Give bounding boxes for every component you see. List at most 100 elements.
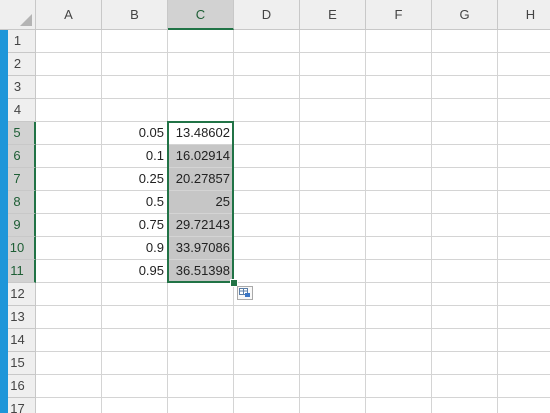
- cell-e5[interactable]: [300, 122, 366, 145]
- cell-a12[interactable]: [36, 283, 102, 306]
- cell-a11[interactable]: [36, 260, 102, 283]
- cell-a3[interactable]: [36, 76, 102, 99]
- column-header-d[interactable]: D: [234, 0, 300, 30]
- cell-c6[interactable]: 16.02914: [168, 145, 234, 168]
- cell-d15[interactable]: [234, 352, 300, 375]
- cell-c17[interactable]: [168, 398, 234, 413]
- cell-b15[interactable]: [102, 352, 168, 375]
- cell-f15[interactable]: [366, 352, 432, 375]
- column-header-a[interactable]: A: [36, 0, 102, 30]
- cell-f7[interactable]: [366, 168, 432, 191]
- cell-f13[interactable]: [366, 306, 432, 329]
- cell-b3[interactable]: [102, 76, 168, 99]
- cell-h16[interactable]: [498, 375, 550, 398]
- column-header-b[interactable]: B: [102, 0, 168, 30]
- cell-h9[interactable]: [498, 214, 550, 237]
- cell-h12[interactable]: [498, 283, 550, 306]
- cell-e7[interactable]: [300, 168, 366, 191]
- cell-b7[interactable]: 0.25: [102, 168, 168, 191]
- cell-f1[interactable]: [366, 30, 432, 53]
- cell-b10[interactable]: 0.9: [102, 237, 168, 260]
- cell-d14[interactable]: [234, 329, 300, 352]
- cell-e15[interactable]: [300, 352, 366, 375]
- column-header-f[interactable]: F: [366, 0, 432, 30]
- cell-b8[interactable]: 0.5: [102, 191, 168, 214]
- cell-e4[interactable]: [300, 99, 366, 122]
- cell-h2[interactable]: [498, 53, 550, 76]
- cell-h8[interactable]: [498, 191, 550, 214]
- cell-f2[interactable]: [366, 53, 432, 76]
- cell-g8[interactable]: [432, 191, 498, 214]
- cell-d4[interactable]: [234, 99, 300, 122]
- cell-c13[interactable]: [168, 306, 234, 329]
- cell-b16[interactable]: [102, 375, 168, 398]
- cell-g17[interactable]: [432, 398, 498, 413]
- cell-d10[interactable]: [234, 237, 300, 260]
- cell-a16[interactable]: [36, 375, 102, 398]
- cell-e14[interactable]: [300, 329, 366, 352]
- cell-a9[interactable]: [36, 214, 102, 237]
- cell-d2[interactable]: [234, 53, 300, 76]
- cell-a4[interactable]: [36, 99, 102, 122]
- cell-e6[interactable]: [300, 145, 366, 168]
- cell-d1[interactable]: [234, 30, 300, 53]
- cell-b12[interactable]: [102, 283, 168, 306]
- cell-h14[interactable]: [498, 329, 550, 352]
- cell-e12[interactable]: [300, 283, 366, 306]
- cell-b17[interactable]: [102, 398, 168, 413]
- cell-b6[interactable]: 0.1: [102, 145, 168, 168]
- cell-h6[interactable]: [498, 145, 550, 168]
- cell-c11[interactable]: 36.51398: [168, 260, 234, 283]
- cell-c2[interactable]: [168, 53, 234, 76]
- cell-d8[interactable]: [234, 191, 300, 214]
- cell-a5[interactable]: [36, 122, 102, 145]
- cell-c16[interactable]: [168, 375, 234, 398]
- cell-e10[interactable]: [300, 237, 366, 260]
- cell-f11[interactable]: [366, 260, 432, 283]
- cell-g9[interactable]: [432, 214, 498, 237]
- cell-a10[interactable]: [36, 237, 102, 260]
- cell-f12[interactable]: [366, 283, 432, 306]
- cell-d5[interactable]: [234, 122, 300, 145]
- cell-e9[interactable]: [300, 214, 366, 237]
- cell-f6[interactable]: [366, 145, 432, 168]
- cell-h10[interactable]: [498, 237, 550, 260]
- cell-a13[interactable]: [36, 306, 102, 329]
- cell-d16[interactable]: [234, 375, 300, 398]
- cell-b4[interactable]: [102, 99, 168, 122]
- cell-e2[interactable]: [300, 53, 366, 76]
- cell-e11[interactable]: [300, 260, 366, 283]
- cell-d3[interactable]: [234, 76, 300, 99]
- cell-h5[interactable]: [498, 122, 550, 145]
- cell-f8[interactable]: [366, 191, 432, 214]
- cell-d6[interactable]: [234, 145, 300, 168]
- cell-h11[interactable]: [498, 260, 550, 283]
- cell-b13[interactable]: [102, 306, 168, 329]
- cell-b1[interactable]: [102, 30, 168, 53]
- cell-h13[interactable]: [498, 306, 550, 329]
- cell-c7[interactable]: 20.27857: [168, 168, 234, 191]
- cell-d9[interactable]: [234, 214, 300, 237]
- cell-a15[interactable]: [36, 352, 102, 375]
- cell-f5[interactable]: [366, 122, 432, 145]
- cell-h17[interactable]: [498, 398, 550, 413]
- cell-e17[interactable]: [300, 398, 366, 413]
- cell-f16[interactable]: [366, 375, 432, 398]
- cell-f10[interactable]: [366, 237, 432, 260]
- cell-h1[interactable]: [498, 30, 550, 53]
- cell-f4[interactable]: [366, 99, 432, 122]
- cell-g1[interactable]: [432, 30, 498, 53]
- cell-e13[interactable]: [300, 306, 366, 329]
- cell-c1[interactable]: [168, 30, 234, 53]
- cell-a6[interactable]: [36, 145, 102, 168]
- column-header-h[interactable]: H: [498, 0, 550, 30]
- cell-g7[interactable]: [432, 168, 498, 191]
- cell-a17[interactable]: [36, 398, 102, 413]
- cell-c5[interactable]: 13.48602: [168, 122, 234, 145]
- cell-g4[interactable]: [432, 99, 498, 122]
- cell-g2[interactable]: [432, 53, 498, 76]
- cell-g14[interactable]: [432, 329, 498, 352]
- cell-c4[interactable]: [168, 99, 234, 122]
- cell-g16[interactable]: [432, 375, 498, 398]
- cell-g11[interactable]: [432, 260, 498, 283]
